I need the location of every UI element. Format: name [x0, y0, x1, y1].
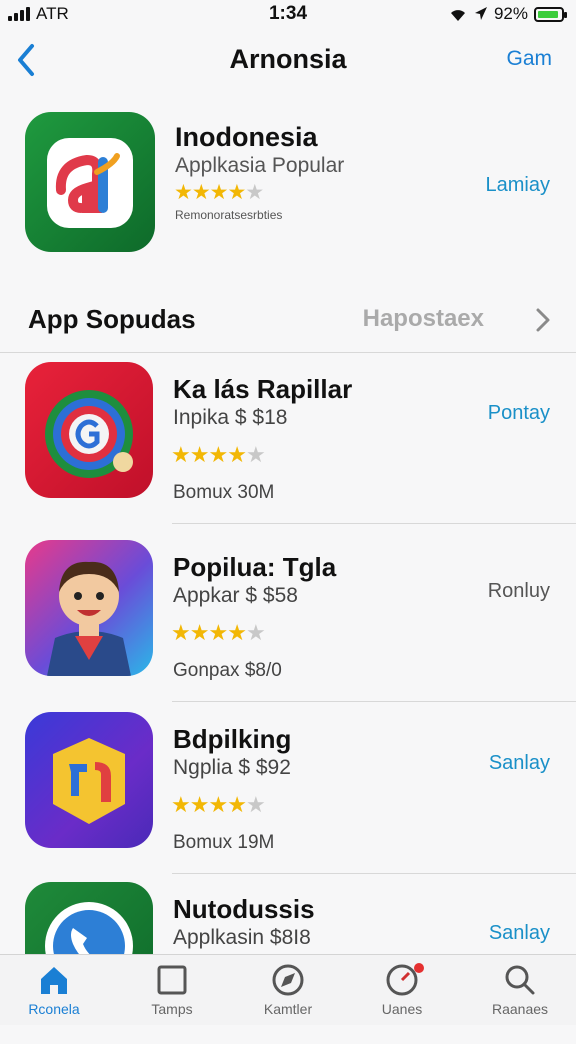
tab-label: Tamps [151, 1001, 193, 1017]
star-filled-icon: ★ [208, 620, 228, 645]
app-action-button[interactable]: Pontay [488, 402, 550, 425]
star-filled-icon: ★ [189, 620, 210, 645]
tab-raanaes[interactable]: Raanaes [470, 963, 570, 1023]
notification-badge [414, 963, 424, 973]
star-filled-icon: ★ [208, 442, 228, 467]
star-filled-icon: ★ [171, 620, 191, 645]
section-see-all-link[interactable]: Hapostaex [363, 305, 484, 333]
page-title: Arnonsia [229, 44, 347, 74]
section-title: App Sopudas [28, 304, 196, 334]
tab-uanes[interactable]: Uanes [352, 963, 452, 1023]
app-rating-stars: ★★★★★ [171, 792, 266, 818]
tab-label: Uanes [381, 1001, 423, 1017]
star-filled-icon: ★ [209, 181, 229, 204]
tab-bar: Rconela Tamps Kamtler Uanes Raanaes [0, 954, 576, 1025]
star-filled-icon: ★ [189, 792, 210, 817]
app-icon-google[interactable] [25, 362, 153, 498]
status-bar: ATR 1:34 92% [0, 0, 576, 28]
app-action-button[interactable]: Sanlay [489, 922, 550, 945]
location-icon [474, 7, 487, 20]
star-empty-icon: ★ [245, 442, 266, 467]
app-price: Ngplia $ $92 [173, 756, 291, 779]
app-size: Gonpax $8/0 [173, 660, 282, 681]
tab-kamtler[interactable]: Kamtler [238, 963, 338, 1023]
star-filled-icon: ★ [191, 181, 211, 204]
app-icon-shield[interactable] [25, 712, 153, 848]
app-name: Ka lás Rapillar [173, 374, 353, 404]
battery-percent: 92% [493, 4, 528, 23]
app-action-button[interactable]: Ronluy [488, 580, 550, 603]
app-rating-stars: ★★★★★ [171, 442, 266, 468]
app-price: Appkar $ $58 [173, 584, 298, 607]
tab-tamps[interactable]: Tamps [122, 963, 222, 1023]
star-filled-icon: ★ [189, 442, 210, 467]
tab-label: Raanaes [491, 1001, 549, 1017]
navigation-bar: Arnonsia Gam [0, 34, 576, 86]
app-price: Inpika $ $18 [173, 406, 288, 429]
app-name: Popilua: Tgla [173, 552, 337, 582]
app-name: Nutodussis [173, 894, 315, 924]
featured-app-icon[interactable] [25, 112, 155, 252]
app-list-item[interactable]: Ka lás Rapillar Inpika $ $18 ★★★★★ Bomux… [0, 354, 576, 524]
battery-icon [534, 6, 567, 22]
app-icon-character[interactable] [25, 540, 153, 676]
section-header: App Sopudas Hapostaex [0, 296, 576, 342]
tab-label: Rconela [28, 1001, 80, 1017]
star-empty-icon: ★ [245, 792, 266, 817]
app-list-item[interactable]: Bdpilking Ngplia $ $92 ★★★★★ Bomux 19M S… [0, 704, 576, 874]
app-price: Applkasin $8I8 [173, 926, 311, 949]
app-size: Bomux 30M [173, 482, 275, 503]
featured-app-name: Inodonesia [175, 122, 318, 152]
star-empty-icon: ★ [245, 181, 264, 204]
star-filled-icon: ★ [227, 620, 247, 645]
tab-label: Kamtler [263, 1001, 313, 1017]
featured-app[interactable]: Inodonesia Applkasia Popular ★★★★★ Remon… [0, 104, 576, 264]
nav-right-button[interactable]: Gam [506, 47, 552, 71]
battery-level [538, 10, 559, 18]
featured-app-subtitle: Applkasia Popular [175, 154, 345, 177]
app-logo-icon [55, 153, 120, 213]
star-filled-icon: ★ [171, 442, 191, 467]
tab-home[interactable]: Rconela [4, 963, 104, 1023]
home-icon [41, 967, 67, 994]
search-icon [505, 965, 535, 995]
app-list-item[interactable]: Popilua: Tgla Appkar $ $58 ★★★★★ Gonpax … [0, 532, 576, 702]
row-divider [172, 523, 576, 524]
section-divider [0, 352, 576, 353]
app-action-button[interactable]: Sanlay [489, 752, 550, 775]
square-icon [157, 965, 187, 995]
featured-app-meta: Remonoratsesrbties [175, 208, 283, 222]
chevron-right-icon[interactable] [534, 306, 552, 334]
featured-rating-stars: ★★★★★ [174, 180, 264, 205]
row-divider [172, 701, 576, 702]
star-filled-icon: ★ [227, 792, 247, 817]
featured-app-action-button[interactable]: Lamiay [486, 174, 550, 197]
wifi-icon [450, 10, 465, 21]
star-empty-icon: ★ [245, 620, 266, 645]
compass-icon [272, 964, 304, 996]
app-rating-stars: ★★★★★ [171, 620, 266, 646]
star-filled-icon: ★ [171, 792, 191, 817]
star-filled-icon: ★ [174, 181, 193, 204]
star-filled-icon: ★ [208, 792, 228, 817]
app-name: Bdpilking [173, 724, 292, 754]
status-right: 92% [448, 4, 567, 24]
star-filled-icon: ★ [227, 442, 247, 467]
star-filled-icon: ★ [227, 181, 246, 204]
app-size: Bomux 19M [173, 832, 275, 853]
